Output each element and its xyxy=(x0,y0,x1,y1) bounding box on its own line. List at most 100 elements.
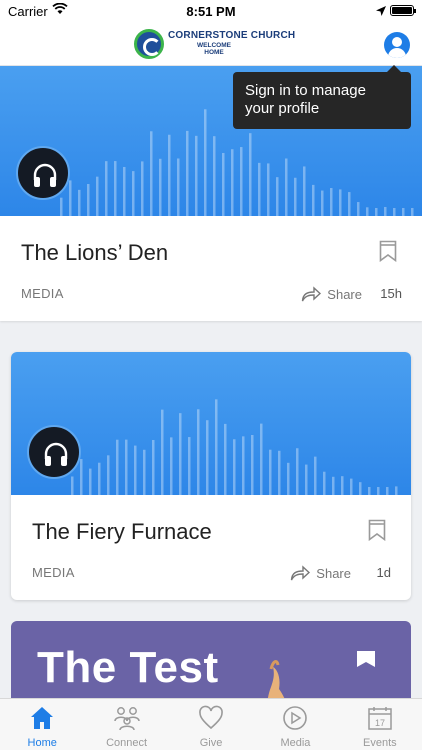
church-logo: CORNERSTONE CHURCH WELCOME HOME xyxy=(134,28,295,60)
waveform-bar xyxy=(159,158,162,216)
timestamp: 15h xyxy=(380,286,402,301)
waveform-bar xyxy=(332,476,335,495)
logo-tagline: WELCOME HOME xyxy=(197,42,231,56)
waveform-bar xyxy=(314,456,317,495)
tab-give[interactable]: Give xyxy=(169,699,253,750)
media-card[interactable]: The Fiery Furnace MEDIA Share 1d xyxy=(11,352,411,600)
waveform-bar xyxy=(276,177,279,216)
waveform-bar xyxy=(377,487,380,495)
waveform-bar xyxy=(213,136,216,216)
waveform-bar xyxy=(321,190,324,216)
waveform-bar xyxy=(233,439,236,495)
tab-label: Media xyxy=(280,737,311,749)
waveform-bar xyxy=(87,183,90,216)
card-title: The Test xyxy=(37,643,219,692)
waveform-bar xyxy=(105,161,108,216)
waveform-bar xyxy=(305,464,308,495)
waveform-bar xyxy=(357,202,360,216)
waveform-bar xyxy=(123,166,126,216)
audio-banner xyxy=(11,352,411,495)
category-label: MEDIA xyxy=(21,286,64,301)
battery-icon xyxy=(390,5,416,16)
timestamp: 1d xyxy=(376,565,391,580)
tab-events[interactable]: 17 Events xyxy=(338,699,422,750)
illustration xyxy=(251,657,311,698)
waveform-bar xyxy=(411,208,414,216)
waveform-bar xyxy=(143,449,146,495)
bookmark-flag-icon[interactable] xyxy=(357,651,375,672)
calendar-day: 17 xyxy=(375,718,385,728)
waveform-bar xyxy=(287,462,290,495)
waveform-bar xyxy=(71,476,74,495)
tab-connect[interactable]: Connect xyxy=(84,699,168,750)
heart-icon xyxy=(198,705,224,736)
card-title: The Lions’ Den xyxy=(21,240,169,265)
waveform-bar xyxy=(240,147,243,216)
card-title: The Fiery Furnace xyxy=(32,519,212,544)
waveform-bar xyxy=(186,130,189,216)
waveform-bar xyxy=(260,423,263,495)
logo-mark-icon xyxy=(134,29,164,59)
profile-button[interactable] xyxy=(384,32,410,58)
waveform-bar xyxy=(386,487,389,495)
waveform-bar xyxy=(188,437,191,495)
share-label: Share xyxy=(327,286,362,302)
waveform-bar xyxy=(179,413,182,495)
waveform-bar xyxy=(395,486,398,495)
audio-badge xyxy=(27,425,81,479)
waveform-bar xyxy=(348,192,351,216)
waveform-graphic xyxy=(71,399,398,495)
user-icon xyxy=(392,37,402,47)
waveform-bar xyxy=(114,161,117,216)
share-arrow-icon xyxy=(302,286,322,302)
tab-label: Home xyxy=(27,737,57,749)
waveform-bar xyxy=(116,439,119,495)
share-button[interactable]: Share xyxy=(290,563,351,583)
waveform-bar xyxy=(215,399,218,495)
play-icon xyxy=(282,705,308,736)
share-button[interactable]: Share xyxy=(301,284,362,304)
waveform-bar xyxy=(393,208,396,216)
bookmark-icon[interactable] xyxy=(379,240,397,263)
waveform-bar xyxy=(341,476,344,495)
waveform-bar xyxy=(249,133,252,216)
waveform-bar xyxy=(206,420,209,495)
waveform-bar xyxy=(339,189,342,216)
tab-media[interactable]: Media xyxy=(253,699,337,750)
waveform-bar xyxy=(251,434,254,495)
tab-bar: Home Connect Give Media 17 Events xyxy=(0,698,422,750)
clock: 8:51 PM xyxy=(186,4,236,19)
waveform-bar xyxy=(195,135,198,216)
waveform-bar xyxy=(269,449,272,495)
waveform-bar xyxy=(132,171,135,216)
waveform-bar xyxy=(222,152,225,216)
bookmark-icon[interactable] xyxy=(368,519,386,542)
waveform-bar xyxy=(80,459,83,495)
waveform-bar xyxy=(204,109,207,216)
waveform-bar xyxy=(168,134,171,216)
waveform-bar xyxy=(366,207,369,216)
waveform-bar xyxy=(294,177,297,216)
connect-icon xyxy=(113,705,141,736)
waveform-bar xyxy=(60,197,63,216)
waveform-bar xyxy=(170,437,173,495)
waveform-bar xyxy=(107,455,110,495)
tab-label: Connect xyxy=(106,737,148,749)
share-label: Share xyxy=(316,565,351,581)
waveform-bar xyxy=(384,206,387,216)
calendar-icon: 17 xyxy=(367,705,393,736)
sign-in-tooltip[interactable]: Sign in to manage your profile xyxy=(233,65,411,129)
waveform-bar xyxy=(177,158,180,216)
waveform-bar xyxy=(161,409,164,495)
waveform-bar xyxy=(330,188,333,216)
waveform-bar xyxy=(224,423,227,495)
waveform-bar xyxy=(375,208,378,216)
waveform-bar xyxy=(197,409,200,495)
waveform-bar xyxy=(303,166,306,216)
media-card[interactable]: The Test xyxy=(11,621,411,698)
waveform-bar xyxy=(134,445,137,495)
content-feed[interactable]: The Lions’ Den MEDIA Share 15h The Fiery… xyxy=(0,66,422,698)
tab-label: Give xyxy=(199,737,223,749)
tab-home[interactable]: Home xyxy=(0,699,84,750)
waveform-bar xyxy=(78,189,81,216)
